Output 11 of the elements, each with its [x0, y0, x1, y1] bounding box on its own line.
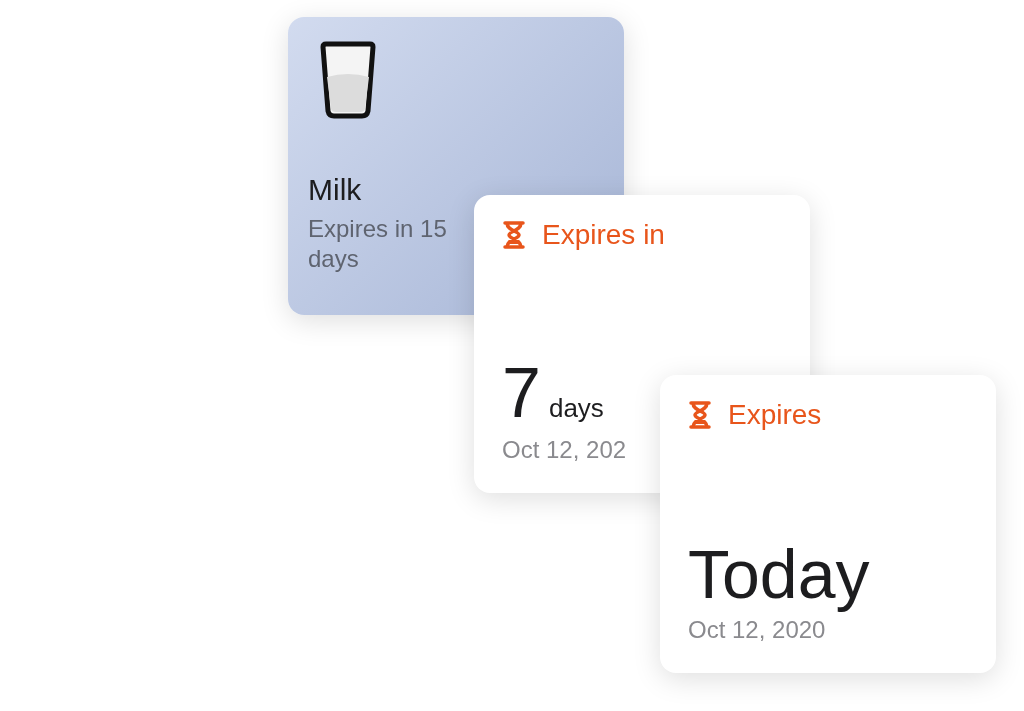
- item-title: Milk: [308, 173, 363, 206]
- countdown-unit: days: [548, 392, 604, 426]
- expiry-label: Expires: [728, 401, 822, 429]
- glass-icon: [318, 41, 378, 119]
- expiry-text: Expires in 15 days: [308, 214, 448, 274]
- expiry-date: Oct 12, 202: [502, 436, 627, 465]
- hourglass-icon: [688, 401, 712, 429]
- expiry-label: Expires in: [542, 221, 665, 249]
- countdown-value: 7: [502, 358, 541, 429]
- hourglass-icon: [502, 221, 526, 249]
- expiry-date: Oct 12, 2020: [688, 616, 826, 645]
